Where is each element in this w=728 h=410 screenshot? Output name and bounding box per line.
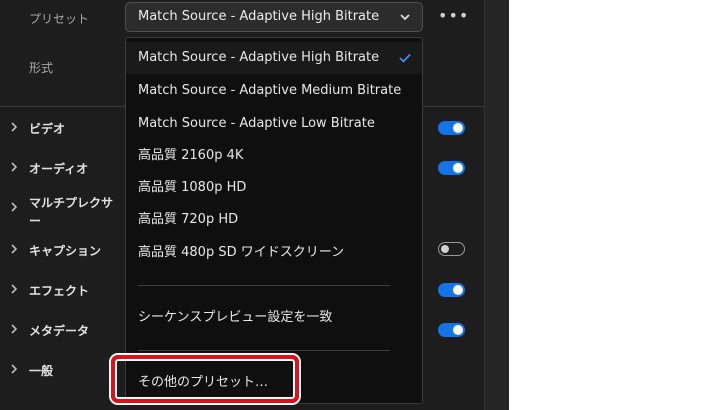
menu-item-label: 高品質 480p SD ワイドスクリーン: [138, 245, 345, 260]
preset-value: Match Source - Adaptive High Bitrate: [138, 9, 380, 24]
format-label: 形式: [29, 61, 54, 75]
menu-item-preset[interactable]: Match Source - Adaptive High Bitrate: [126, 42, 422, 74]
section-label: マルチプレクサー: [29, 196, 114, 228]
chevron-down-icon: [400, 14, 410, 21]
effects-toggle[interactable]: [438, 283, 465, 297]
captions-toggle[interactable]: [438, 242, 465, 256]
menu-item-preset[interactable]: 高品質 480p SD ワイドスクリーン: [126, 237, 422, 269]
section-label: メタデータ: [29, 324, 90, 338]
menu-item-label: Match Source - Adaptive High Bitrate: [138, 50, 380, 65]
section-label: キャプション: [29, 244, 102, 258]
menu-item-preset[interactable]: Match Source - Adaptive Medium Bitrate: [126, 75, 422, 107]
menu-item-label: 高品質 1080p HD: [138, 180, 247, 195]
menu-item-label: 高品質 2160p 4K: [138, 148, 244, 163]
menu-item-label: Match Source - Adaptive Medium Bitrate: [138, 83, 402, 98]
menu-item-label: Match Source - Adaptive Low Bitrate: [138, 116, 375, 131]
section-label: 一般: [29, 364, 54, 378]
checkmark-icon: [399, 53, 411, 63]
menu-separator: [138, 350, 390, 351]
section-label: エフェクト: [29, 284, 90, 298]
panel-divider[interactable]: [484, 0, 509, 410]
menu-item-preset[interactable]: 高品質 720p HD: [126, 204, 422, 236]
menu-item-label: シーケンスプレビュー設定を一致: [138, 310, 333, 325]
menu-item-preset[interactable]: 高品質 2160p 4K: [126, 140, 422, 172]
export-settings-panel: プリセット Match Source - Adaptive High Bitra…: [0, 0, 484, 410]
video-toggle[interactable]: [438, 121, 465, 135]
preset-label: プリセット: [29, 12, 90, 26]
menu-separator: [138, 285, 390, 286]
chevron-right-icon: [11, 202, 18, 212]
chevron-right-icon: [11, 244, 18, 254]
chevron-right-icon: [11, 324, 18, 334]
preset-dropdown-menu: Match Source - Adaptive High Bitrate Mat…: [125, 37, 423, 404]
preset-dropdown[interactable]: Match Source - Adaptive High Bitrate: [125, 2, 423, 32]
menu-item-label: 高品質 720p HD: [138, 212, 239, 227]
preview-area: [509, 0, 728, 410]
highlight-box: [111, 355, 299, 403]
menu-item-match-sequence[interactable]: シーケンスプレビュー設定を一致: [126, 302, 422, 334]
chevron-right-icon: [11, 122, 18, 132]
chevron-right-icon: [11, 364, 18, 374]
menu-item-preset[interactable]: 高品質 1080p HD: [126, 172, 422, 204]
more-options-button[interactable]: •••: [438, 6, 469, 25]
section-label: ビデオ: [29, 122, 66, 136]
chevron-right-icon: [11, 162, 18, 172]
chevron-right-icon: [11, 284, 18, 294]
section-label: オーディオ: [29, 162, 89, 176]
metadata-toggle[interactable]: [438, 323, 465, 337]
menu-item-preset[interactable]: Match Source - Adaptive Low Bitrate: [126, 108, 422, 140]
audio-toggle[interactable]: [438, 161, 465, 175]
